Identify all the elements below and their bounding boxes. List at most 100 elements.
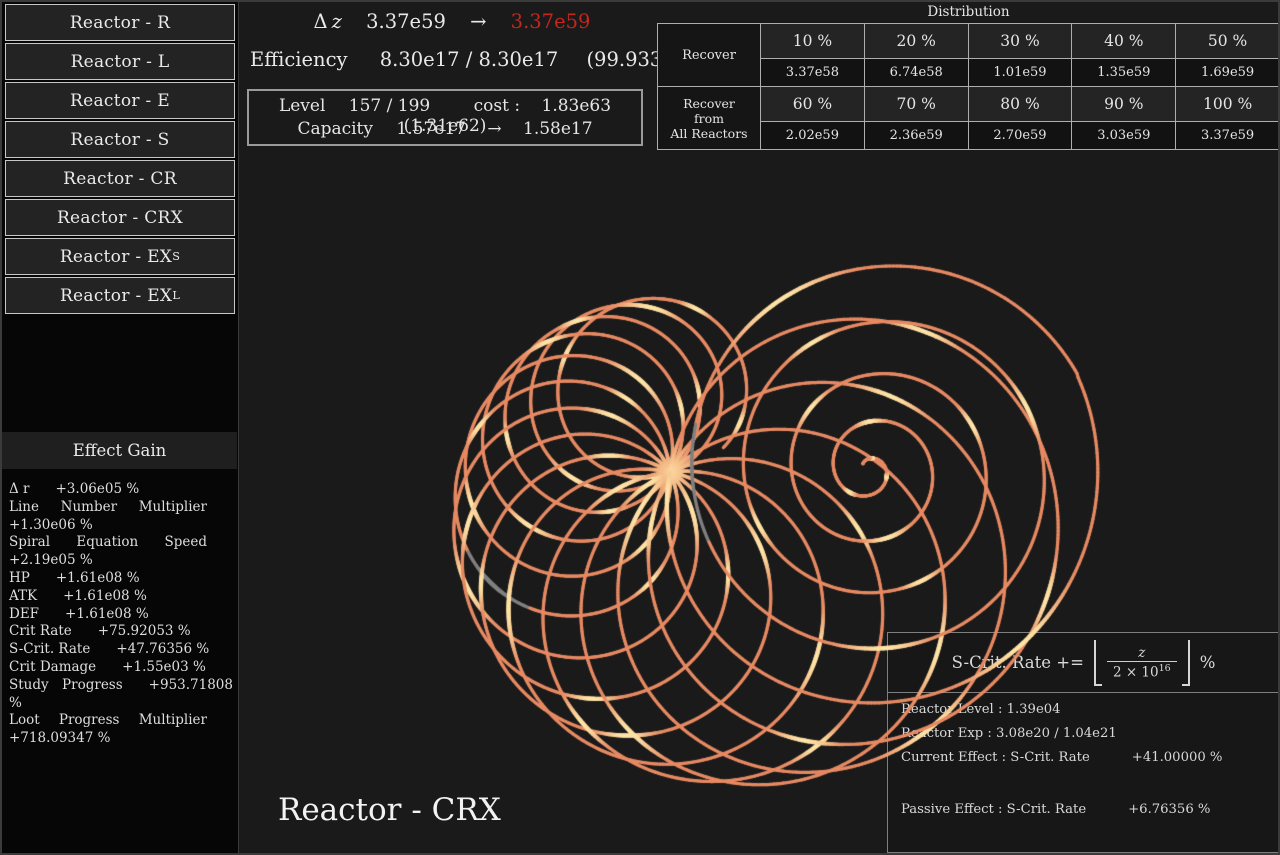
effect-value: +1.61e08 % xyxy=(65,606,149,622)
recover-label-line: from xyxy=(658,111,760,126)
reactor-button-label: Reactor - EX xyxy=(60,247,172,267)
distribution-pct-cell[interactable]: 40 % xyxy=(1072,24,1176,59)
effect-gain-entry: Line Number Multiplier+1.30e06 % xyxy=(9,499,233,535)
reactor-button-label-sub: L xyxy=(172,289,180,302)
effect-value: +1.61e08 % xyxy=(56,570,140,586)
recover-label-line: Recover xyxy=(658,96,760,111)
sidebar-item-exs[interactable]: Reactor - EXS xyxy=(5,238,235,275)
stat-label: Reactor Level : 1.39e04 xyxy=(901,702,1061,717)
game-window: Reactor - R Reactor - L Reactor - E Reactor… xyxy=(0,0,1280,855)
recover-label-line: All Reactors xyxy=(658,126,760,141)
effect-label: Loot Progress Multiplier xyxy=(9,712,207,728)
sidebar-item-exl[interactable]: Reactor - EXL xyxy=(5,277,235,314)
distribution-grid: Recover10 %20 %30 %40 %50 %3.37e586.74e5… xyxy=(657,23,1280,150)
reactor-stat-line: Reactor Exp : 3.08e20 / 1.04e21 xyxy=(901,726,1266,741)
effect-value: +1.55e03 % xyxy=(122,659,206,675)
distribution-pct-cell[interactable]: 20 % xyxy=(864,24,968,59)
delta-to-value: 3.37e59 xyxy=(511,10,591,33)
recover-button-all[interactable]: RecoverfromAll Reactors xyxy=(658,87,761,150)
distribution-pct-cell[interactable]: 80 % xyxy=(968,87,1072,122)
effect-label: ATK xyxy=(9,588,37,604)
sidebar-item-e[interactable]: Reactor - E xyxy=(5,82,235,119)
reactor-button-list: Reactor - R Reactor - L Reactor - E Reactor… xyxy=(2,2,238,314)
effect-gain-list: Δ r +3.06e05 % Line Number Multiplier+1.30… xyxy=(9,481,233,748)
distribution-pct-cell[interactable]: 10 % xyxy=(761,24,865,59)
effect-gain-title: Effect Gain xyxy=(73,441,167,460)
stat-label: Reactor Exp : 3.08e20 / 1.04e21 xyxy=(901,726,1117,741)
arrow-icon: → xyxy=(487,119,501,139)
distribution-panel: Distribution Recover10 %20 %30 %40 %50 %… xyxy=(657,4,1280,150)
reactor-button-label: Reactor - L xyxy=(71,52,170,72)
sidebar-item-s[interactable]: Reactor - S xyxy=(5,121,235,158)
delta-symbol: Δ xyxy=(314,10,328,33)
sidebar-item-l[interactable]: Reactor - L xyxy=(5,43,235,80)
effect-label: Crit Damage xyxy=(9,659,96,675)
distribution-value-cell: 3.37e59 xyxy=(1176,122,1280,150)
distribution-value-cell: 2.36e59 xyxy=(864,122,968,150)
distribution-pct-cell[interactable]: 100 % xyxy=(1176,87,1280,122)
efficiency-label: Efficiency xyxy=(250,48,348,71)
effect-label: Spiral Equation Speed xyxy=(9,534,207,550)
reactor-stat-line: Current Effect : S-Crit. Rate +41.00000 % xyxy=(901,750,1266,765)
recover-button-single[interactable]: Recover xyxy=(658,24,761,87)
distribution-pct-cell[interactable]: 90 % xyxy=(1072,87,1176,122)
distribution-value-cell: 6.74e58 xyxy=(864,59,968,87)
effect-value: +75.92053 % xyxy=(98,623,191,639)
efficiency-row: Efficiency 8.30e17 / 8.30e17 (99.93322%) xyxy=(250,48,713,71)
effect-label: DEF xyxy=(9,606,39,622)
effect-value: +47.76356 % xyxy=(116,641,209,657)
distribution-pct-cell[interactable]: 70 % xyxy=(864,87,968,122)
reactor-info-box: S-Crit. Rate += z 2 × 1016 % Reactor Lev… xyxy=(887,632,1280,853)
stat-label: Current Effect : S-Crit. Rate xyxy=(901,750,1090,765)
effect-value: +2.19e05 % xyxy=(9,552,93,568)
stat-value: +6.76356 % xyxy=(1128,802,1210,817)
sidebar-item-crx[interactable]: Reactor - CRX xyxy=(5,199,235,236)
capacity-line: Capacity 1.57e17 → 1.58e17 xyxy=(249,119,641,142)
sidebar-item-r[interactable]: Reactor - R xyxy=(5,4,235,41)
formula-denominator: 2 × 1016 xyxy=(1107,661,1177,681)
effect-value: +1.30e06 % xyxy=(9,517,93,533)
distribution-table: Recover10 %20 %30 %40 %50 %3.37e586.74e5… xyxy=(657,23,1280,150)
reactor-button-label: Reactor - S xyxy=(70,130,169,150)
capacity-to: 1.58e17 xyxy=(523,119,593,139)
level-value: 157 / 199 xyxy=(349,96,430,116)
reactor-button-label: Reactor - CR xyxy=(63,169,177,189)
effect-value: +3.06e05 % xyxy=(56,481,140,497)
cost-label: cost : xyxy=(474,96,520,116)
effect-label: Study Progress xyxy=(9,677,123,693)
effect-value: +1.61e08 % xyxy=(63,588,147,604)
formula-fraction: z 2 × 1016 xyxy=(1107,645,1177,681)
distribution-pct-cell[interactable]: 50 % xyxy=(1176,24,1280,59)
distribution-value-cell: 3.03e59 xyxy=(1072,122,1176,150)
formula-suffix: % xyxy=(1200,653,1216,672)
effect-label: S-Crit. Rate xyxy=(9,641,90,657)
distribution-value-cell: 2.70e59 xyxy=(968,122,1072,150)
level-upgrade-box[interactable]: Level 157 / 199 cost : 1.83e63 (1.31e62)… xyxy=(247,89,643,146)
level-label: Level xyxy=(279,96,325,116)
capacity-from: 1.57e17 xyxy=(396,119,466,139)
delta-variable: z xyxy=(332,10,342,33)
sidebar-item-cr[interactable]: Reactor - CR xyxy=(5,160,235,197)
efficiency-value: 8.30e17 / 8.30e17 xyxy=(380,48,559,71)
stat-value: +41.00000 % xyxy=(1132,750,1223,765)
distribution-pct-cell[interactable]: 60 % xyxy=(761,87,865,122)
reactor-button-label: Reactor - EX xyxy=(60,286,172,306)
distribution-value-cell: 2.02e59 xyxy=(761,122,865,150)
floor-bracket-left-icon xyxy=(1094,640,1102,686)
effect-gain-entry: ATK +1.61e08 % xyxy=(9,588,233,606)
delta-from-value: 3.37e59 xyxy=(366,10,446,33)
reactor-button-label: Reactor - E xyxy=(70,91,170,111)
page-title: Reactor - CRX xyxy=(278,792,501,828)
reactor-stats-lines: Reactor Level : 1.39e04 Reactor Exp : 3.0… xyxy=(888,693,1279,835)
reactor-stat-line: Reactor Level : 1.39e04 xyxy=(901,702,1266,717)
effect-gain-entry: Loot Progress Multiplier +718.09347 % xyxy=(9,712,233,748)
formula-lhs: S-Crit. Rate += xyxy=(952,653,1084,672)
effect-value: +718.09347 % xyxy=(9,730,110,746)
scrit-formula: S-Crit. Rate += z 2 × 1016 % xyxy=(888,633,1279,693)
effect-label: HP xyxy=(9,570,30,586)
reactor-button-label: Reactor - CRX xyxy=(57,208,183,228)
reactor-stat-line: Passive Effect : S-Crit. Rate+6.76356 % xyxy=(901,774,1266,817)
distribution-pct-cell[interactable]: 30 % xyxy=(968,24,1072,59)
effect-gain-entry: Study Progress+953.71808 % xyxy=(9,677,233,713)
effect-label: Δ r xyxy=(9,481,30,497)
